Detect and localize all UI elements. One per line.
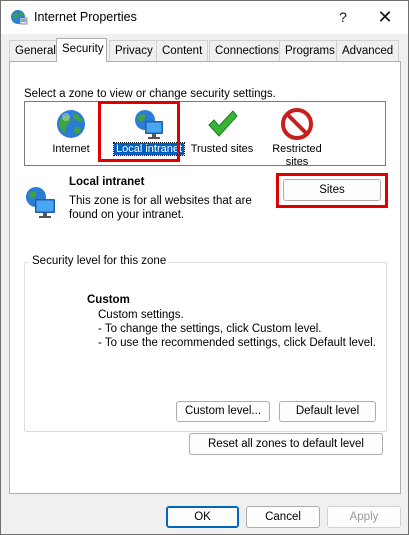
internet-properties-dialog: Internet Properties ? ✕ General Security… <box>0 0 409 535</box>
zone-local-intranet[interactable]: Local intranet <box>109 106 189 164</box>
zone-list: Internet Local intranet Trusted sites Re… <box>24 101 386 168</box>
security-level-description: Custom settings. - To change the setting… <box>98 308 376 350</box>
security-level-line: - To use the recommended settings, click… <box>98 337 376 349</box>
ok-button[interactable]: OK <box>166 506 239 528</box>
tab-strip: General Security Privacy Content Connect… <box>9 38 401 62</box>
security-level-line: - To change the settings, click Custom l… <box>98 323 322 335</box>
zone-trusted-sites[interactable]: Trusted sites <box>182 106 262 164</box>
zone-restricted-label-line1: Restricted <box>272 143 322 155</box>
check-mark-icon <box>208 110 238 137</box>
reset-all-zones-button-label: Reset all zones to default level <box>208 438 364 450</box>
zone-info-title: Local intranet <box>69 176 145 188</box>
default-level-button-label: Default level <box>295 405 360 417</box>
tab-advanced[interactable]: Advanced <box>336 40 400 61</box>
security-level-line: Custom settings. <box>98 309 184 321</box>
tab-privacy[interactable]: Privacy <box>109 40 159 61</box>
restricted-icon <box>281 108 313 140</box>
zone-trusted-sites-label: Trusted sites <box>190 143 254 155</box>
default-level-button[interactable]: Default level <box>279 401 376 422</box>
zone-restricted-sites-label: Restricted sites <box>257 143 337 169</box>
zone-info-description: This zone is for all websites that are f… <box>69 195 252 221</box>
cancel-button-label: Cancel <box>265 511 301 523</box>
zone-local-intranet-label: Local intranet <box>109 142 189 156</box>
tab-programs[interactable]: Programs <box>279 40 341 61</box>
intranet-monitor-icon <box>135 110 163 139</box>
reset-all-zones-button[interactable]: Reset all zones to default level <box>189 433 383 455</box>
zone-restricted-sites[interactable]: Restricted sites <box>257 106 337 168</box>
tab-connections[interactable]: Connections <box>209 40 285 61</box>
intranet-monitor-icon <box>26 187 55 218</box>
help-button[interactable]: ? <box>323 4 363 30</box>
apply-button-label: Apply <box>349 511 379 523</box>
ok-button-label: OK <box>194 511 211 523</box>
window-title: Internet Properties <box>34 10 137 24</box>
close-button[interactable]: ✕ <box>365 4 405 30</box>
zone-internet[interactable]: Internet <box>31 106 111 164</box>
tab-content[interactable]: Content <box>156 40 209 61</box>
title-bar: Internet Properties ? ✕ <box>1 1 408 34</box>
zone-local-intranet-text: Local intranet <box>112 142 186 156</box>
zone-restricted-label-line2: sites <box>285 156 309 168</box>
sites-button-label: Sites <box>319 184 345 196</box>
security-tab-panel: Select a zone to view or change security… <box>9 61 401 494</box>
security-level-title: Custom <box>87 294 130 306</box>
zone-internet-label: Internet <box>52 143 90 155</box>
custom-level-button[interactable]: Custom level... <box>176 401 270 422</box>
globe-icon <box>57 110 85 138</box>
select-zone-label: Select a zone to view or change security… <box>24 88 276 100</box>
sites-button[interactable]: Sites <box>283 179 381 201</box>
tab-general[interactable]: General <box>9 40 62 61</box>
security-level-legend: Security level for this zone <box>29 255 170 267</box>
internet-options-icon <box>11 10 28 25</box>
apply-button[interactable]: Apply <box>327 506 401 528</box>
tab-security[interactable]: Security <box>56 38 107 62</box>
custom-level-button-label: Custom level... <box>184 405 262 417</box>
cancel-button[interactable]: Cancel <box>246 506 320 528</box>
